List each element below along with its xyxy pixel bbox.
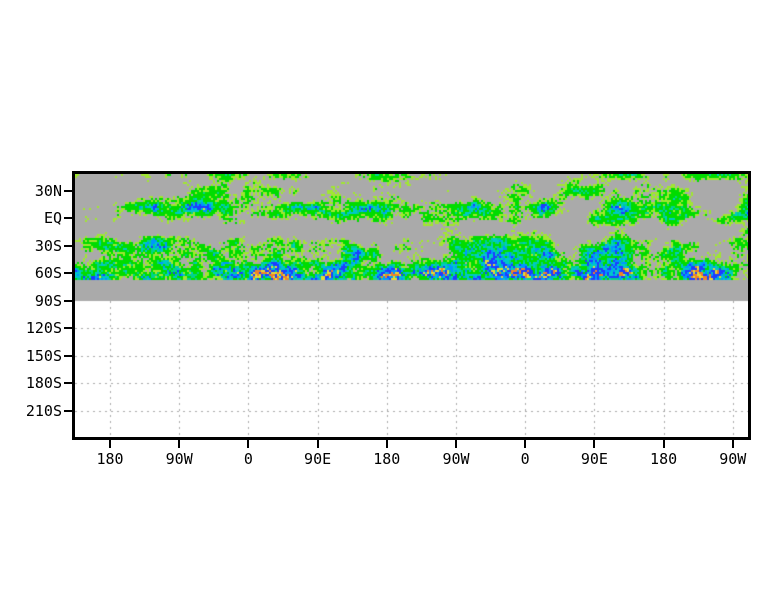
y-axis-tick	[64, 327, 72, 329]
x-tick-label: 0	[520, 450, 530, 468]
x-tick-label: 180	[96, 450, 124, 468]
x-tick-label: 90E	[580, 450, 608, 468]
x-axis-tick	[662, 440, 665, 448]
y-axis-tick	[64, 244, 72, 247]
x-tick-label: 90W	[719, 450, 747, 468]
y-axis-tick	[64, 189, 72, 192]
x-tick-label: 180	[650, 450, 678, 468]
y-tick-label: 30S	[34, 236, 62, 255]
y-tick-label: 90S	[34, 291, 62, 310]
y-tick-label: 210S	[25, 401, 62, 420]
x-tick-label: 90W	[442, 450, 470, 468]
x-axis-tick	[178, 440, 181, 448]
x-tick-label: 90E	[304, 450, 332, 468]
y-axis-tick	[64, 409, 72, 412]
x-axis-tick	[524, 440, 527, 448]
y-axis-tick	[64, 272, 72, 274]
x-axis-tick	[316, 440, 319, 448]
y-tick-label: 150S	[25, 346, 62, 365]
y-tick-label: 60S	[34, 264, 62, 282]
y-tick-label: 30N	[34, 181, 62, 200]
chart-stage: 30N EQ 30S 60S 90S 120S 150S 180S 210S 180 90W 0 90E…	[0, 0, 784, 612]
x-tick-label: 0	[243, 450, 253, 468]
y-tick-label: 120S	[25, 319, 62, 337]
x-axis-tick	[385, 440, 388, 448]
x-axis-tick	[593, 440, 596, 448]
x-axis-tick	[247, 440, 250, 448]
y-tick-label: EQ	[43, 209, 62, 227]
x-tick-label: 180	[373, 450, 401, 468]
y-axis-tick	[64, 299, 72, 302]
x-axis-tick	[109, 440, 111, 448]
y-axis-tick	[64, 217, 72, 219]
x-axis-tick	[731, 440, 734, 448]
y-tick-label: 180S	[25, 374, 62, 392]
x-tick-label: 90W	[165, 450, 193, 468]
x-axis-tick	[455, 440, 457, 448]
plot-frame	[72, 171, 751, 440]
y-axis-tick	[64, 382, 72, 384]
y-axis-tick	[64, 354, 72, 357]
